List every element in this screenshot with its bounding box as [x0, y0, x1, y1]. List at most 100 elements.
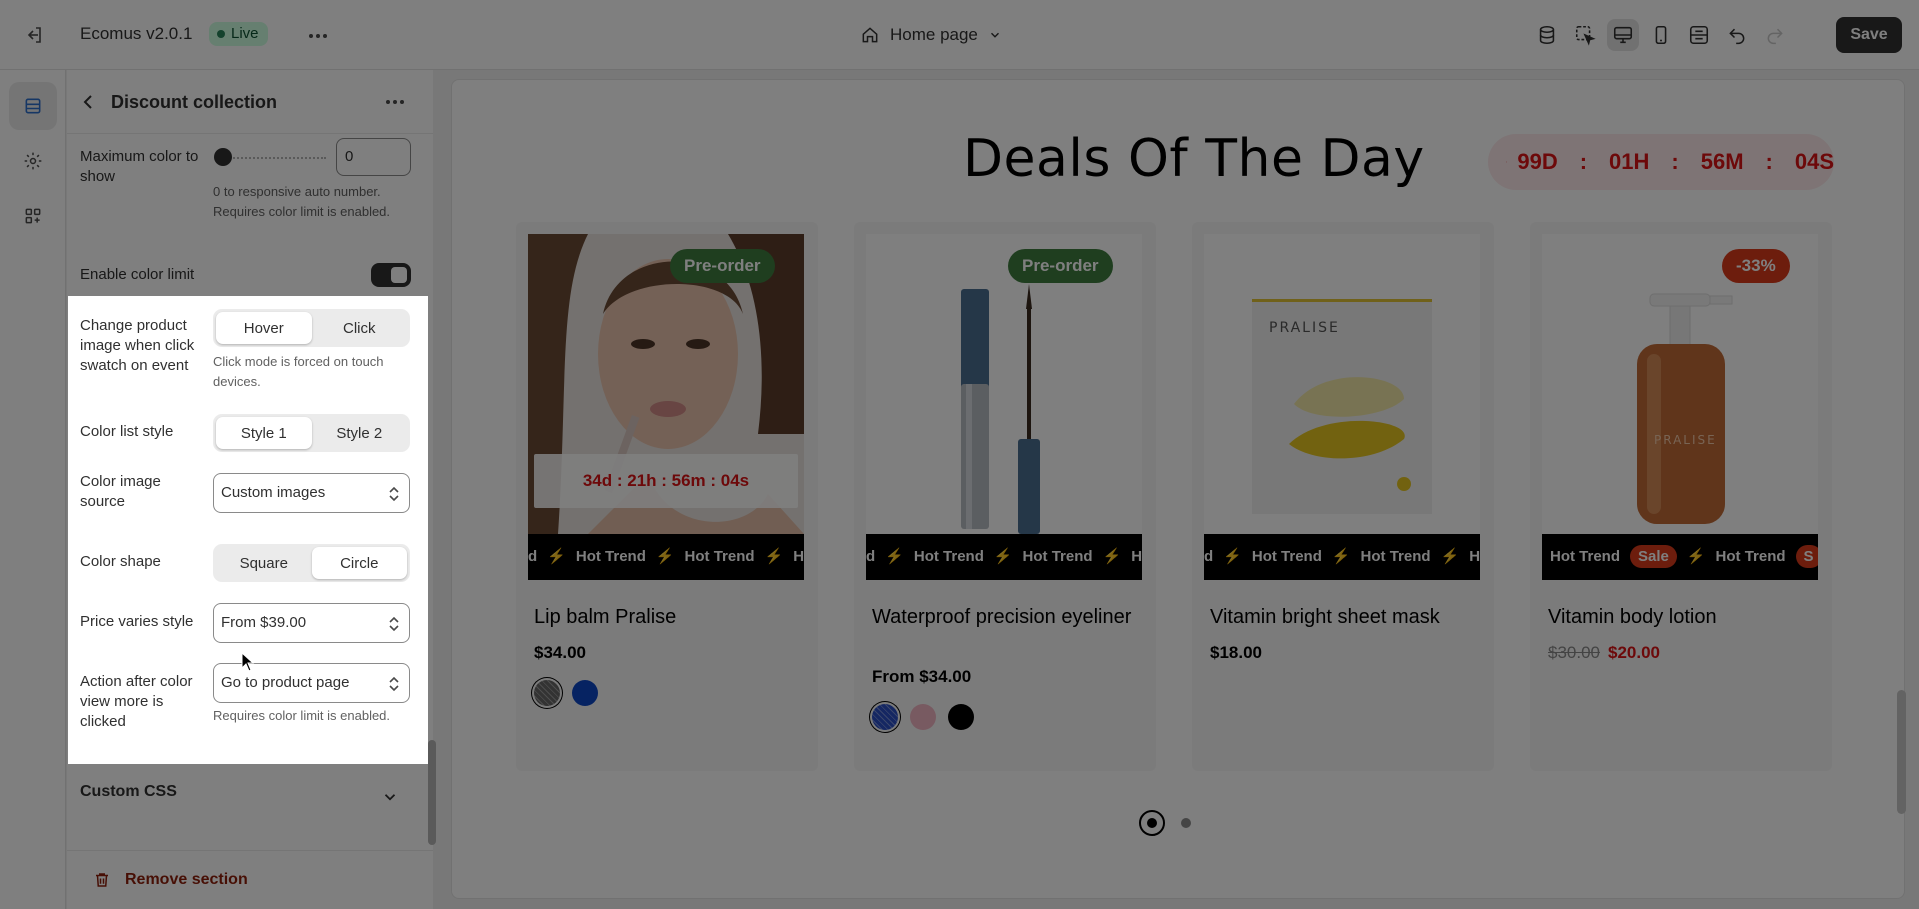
- marquee-text: Hot Trend: [1251, 548, 1322, 565]
- svg-text:PRALISE: PRALISE: [1654, 433, 1717, 447]
- option-style-1[interactable]: Style 1: [216, 417, 312, 449]
- product-marquee: d ⚡ Hot Trend ⚡ Hot Trend ⚡ Ho: [1204, 534, 1480, 580]
- lightning-icon: ⚡: [885, 548, 904, 565]
- product-card[interactable]: PRALISE -33% Hot Trend Sale ⚡ Hot Trend S Vi…: [1530, 222, 1832, 771]
- price-varies-value: From $39.00: [221, 614, 307, 631]
- max-color-label: Maximum color to show: [80, 148, 199, 185]
- lightning-icon: ⚡: [1331, 548, 1351, 565]
- panel-scrollbar[interactable]: [428, 740, 436, 845]
- color-swatches: [872, 704, 974, 730]
- color-image-source-select[interactable]: Custom images: [213, 473, 410, 513]
- lightning-icon: ⚡: [547, 548, 566, 565]
- pagination-dot[interactable]: [1181, 818, 1191, 828]
- undo-icon[interactable]: [1721, 19, 1753, 51]
- back-arrow-icon[interactable]: [77, 90, 101, 114]
- product-card[interactable]: 34d : 21h : 56m : 04s Pre-order d ⚡ Hot Tr…: [516, 222, 818, 771]
- marquee-text: Hot Trend: [913, 548, 984, 565]
- toolbar-icons: [1531, 19, 1791, 51]
- custom-css-toggle[interactable]: Custom CSS: [80, 783, 177, 801]
- action-after-label: Action after color view more is clicked: [80, 673, 193, 730]
- status-label: Live: [231, 25, 259, 42]
- color-list-style-label: Color list style: [80, 423, 174, 440]
- swatch-blue[interactable]: [572, 680, 598, 706]
- max-color-slider-handle[interactable]: [214, 148, 232, 166]
- countdown-minutes: 56M: [1700, 149, 1744, 174]
- product-title[interactable]: Lip balm Pralise: [534, 605, 804, 629]
- countdown-sep: :: [1765, 149, 1773, 174]
- panel-more-icon[interactable]: [383, 90, 407, 114]
- price-varies-select[interactable]: From $39.00: [213, 603, 410, 643]
- chevron-down-icon[interactable]: [381, 788, 399, 806]
- product-badge: -33%: [1722, 249, 1790, 283]
- chevron-down-icon: [990, 32, 999, 38]
- exit-icon[interactable]: [22, 23, 46, 47]
- more-icon[interactable]: [306, 24, 330, 48]
- product-card[interactable]: PRALISE d ⚡ Hot Trend ⚡ Hot Trend ⚡ Ho Vitamin…: [1192, 222, 1494, 771]
- product-image-sheet-mask[interactable]: PRALISE: [1204, 234, 1480, 534]
- fullwidth-view-icon[interactable]: [1683, 19, 1715, 51]
- color-swatches: [534, 680, 598, 706]
- option-square[interactable]: Square: [216, 547, 312, 579]
- color-shape-toggle: Square Circle: [213, 544, 410, 582]
- product-card[interactable]: Pre-order d ⚡ Hot Trend ⚡ Hot Trend ⚡ Ho Water…: [854, 222, 1156, 771]
- marquee-text: Hot Trend: [684, 548, 755, 565]
- select-chevron-icon: [389, 616, 399, 632]
- redo-icon[interactable]: [1759, 19, 1791, 51]
- countdown-days: 99D: [1517, 149, 1558, 174]
- marquee-text: Hot: [793, 548, 804, 565]
- product-price: From $34.00: [872, 667, 972, 686]
- mobile-view-icon[interactable]: [1645, 19, 1677, 51]
- product-title[interactable]: Vitamin bright sheet mask: [1210, 605, 1480, 629]
- option-circle[interactable]: Circle: [311, 547, 407, 579]
- svg-text:PRALISE: PRALISE: [1269, 320, 1340, 336]
- swatch-black[interactable]: [948, 704, 974, 730]
- pagination-dot-active[interactable]: [1139, 810, 1165, 836]
- color-limit-toggle-knob: [391, 267, 407, 283]
- database-icon[interactable]: [1531, 19, 1563, 51]
- countdown-hours: 01H: [1609, 149, 1650, 174]
- page-selector[interactable]: Home page: [860, 21, 1002, 49]
- save-button[interactable]: Save: [1836, 17, 1902, 53]
- max-color-input[interactable]: 0: [336, 138, 411, 176]
- option-style-2[interactable]: Style 2: [312, 417, 408, 449]
- select-chevron-icon: [389, 676, 399, 692]
- price-varies-label: Price varies style: [80, 613, 194, 630]
- countdown-sep: :: [1671, 149, 1679, 174]
- swatch-texture: [872, 704, 898, 730]
- change-image-help: Click mode is forced on touch devices.: [213, 354, 384, 389]
- swatch-gray[interactable]: [534, 680, 560, 706]
- sale-tag: Sale: [1630, 545, 1677, 568]
- marquee-text: d: [1204, 548, 1214, 565]
- marquee-text: Hot Trend: [1715, 548, 1786, 565]
- marquee-text: Hot Trend: [1360, 548, 1431, 565]
- swatch-blue[interactable]: [872, 704, 898, 730]
- marquee-text: d: [528, 548, 538, 565]
- trash-icon: [96, 873, 108, 887]
- color-image-source-label: Color image source: [80, 473, 161, 510]
- apps-icon[interactable]: [9, 192, 57, 240]
- remove-section-button[interactable]: Remove section: [93, 871, 248, 889]
- home-icon: [862, 27, 878, 43]
- sale-price: $20.00: [1608, 643, 1660, 662]
- inspect-icon[interactable]: [1569, 19, 1601, 51]
- lightning-icon: ⚡: [1440, 548, 1460, 565]
- color-list-style-toggle: Style 1 Style 2: [213, 414, 410, 452]
- swatch-texture: [534, 680, 560, 706]
- lightning-icon: ⚡: [1102, 548, 1122, 565]
- settings-gear-icon[interactable]: [9, 137, 57, 185]
- sections-icon[interactable]: [9, 82, 57, 130]
- color-limit-toggle[interactable]: [371, 263, 411, 287]
- product-price: $18.00: [1210, 643, 1262, 662]
- option-hover[interactable]: Hover: [216, 312, 312, 344]
- product-title[interactable]: Waterproof precision eyeliner: [872, 605, 1142, 629]
- product-title[interactable]: Vitamin body lotion: [1548, 605, 1818, 629]
- panel-header: Discount collection: [67, 70, 433, 134]
- swatch-pink[interactable]: [910, 704, 936, 730]
- color-image-source-value: Custom images: [221, 484, 326, 501]
- max-color-slider[interactable]: [222, 157, 326, 159]
- option-click[interactable]: Click: [312, 312, 408, 344]
- change-image-toggle: Hover Click: [213, 309, 410, 347]
- product-marquee: d ⚡ Hot Trend ⚡ Hot Trend ⚡ Hot: [528, 534, 804, 580]
- desktop-view-icon[interactable]: [1607, 19, 1639, 51]
- preview-scrollbar[interactable]: [1897, 690, 1906, 814]
